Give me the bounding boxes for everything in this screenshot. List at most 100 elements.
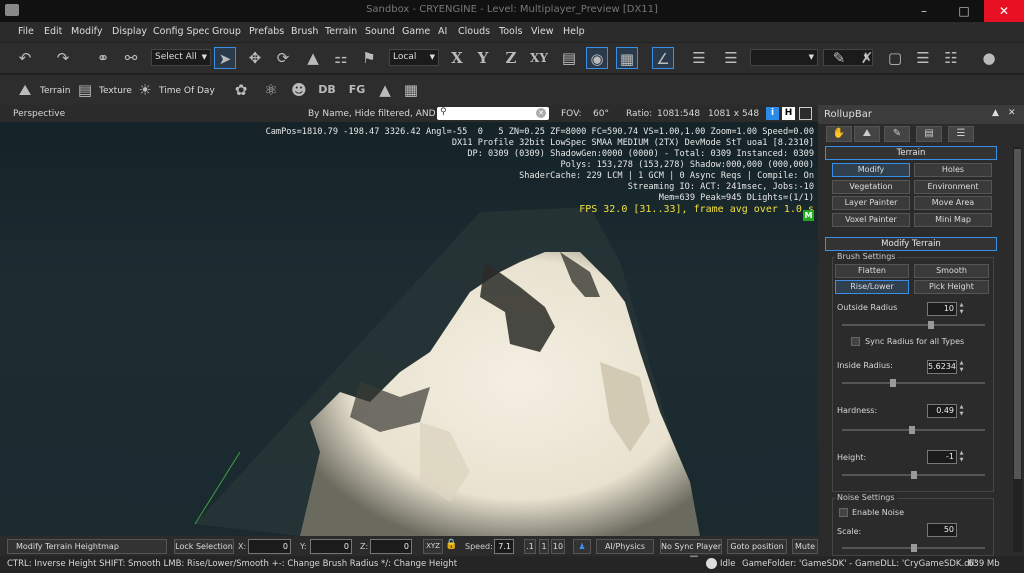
holes-button[interactable]: Holes bbox=[914, 163, 992, 177]
menu-help[interactable]: Help bbox=[563, 26, 585, 37]
viewport-name[interactable]: Perspective bbox=[13, 109, 65, 119]
material-editor-icon[interactable]: ✿ bbox=[230, 79, 252, 101]
ai-physics-button[interactable]: AI/Physics bbox=[596, 539, 654, 554]
layers-icon[interactable]: ☰ bbox=[720, 47, 742, 69]
resolution-value[interactable]: 1081 x 548 bbox=[708, 109, 759, 119]
menu-sound[interactable]: Sound bbox=[365, 26, 395, 37]
menu-game[interactable]: Game bbox=[402, 26, 430, 37]
x-coordinate-input[interactable]: 0 bbox=[248, 539, 291, 554]
menu-terrain[interactable]: Terrain bbox=[325, 26, 357, 37]
menu-tools[interactable]: Tools bbox=[499, 26, 522, 37]
flowgraph-icon[interactable]: FG bbox=[346, 79, 368, 101]
entity-icon[interactable]: ☻ bbox=[288, 79, 310, 101]
align-icon[interactable]: ▢ bbox=[884, 47, 906, 69]
inside-radius-input[interactable]: 5.6234 bbox=[927, 360, 957, 374]
inside-radius-spinner-icon[interactable]: ▲ ▼ bbox=[958, 360, 965, 374]
terrain-button-label[interactable]: Terrain bbox=[40, 86, 70, 96]
flatten-button[interactable]: Flatten bbox=[835, 264, 909, 278]
texture-icon[interactable]: ▤ bbox=[74, 79, 96, 101]
tab-objects[interactable]: ✋ bbox=[826, 126, 852, 142]
speed-preset-10[interactable]: 10 bbox=[551, 539, 565, 554]
viewport-search-input[interactable]: ⚲ ✕ bbox=[437, 107, 549, 120]
height-spinner-icon[interactable]: ▲ ▼ bbox=[958, 450, 965, 464]
terrain-icon[interactable]: ⛰ bbox=[14, 79, 36, 101]
camera-view-icon[interactable]: ◉ bbox=[586, 47, 608, 69]
z-coordinate-input[interactable]: 0 bbox=[370, 539, 412, 554]
layer-combo[interactable]: ▼ bbox=[750, 49, 818, 66]
goto-position-button[interactable]: Goto position bbox=[727, 539, 787, 554]
ratio-value[interactable]: 1081:548 bbox=[657, 109, 700, 119]
viewport-3d[interactable]: CamPos=1810.79 -198.47 3326.42 Angl=-55 … bbox=[0, 122, 818, 536]
clear-search-icon[interactable]: ✕ bbox=[536, 108, 546, 118]
rollup-close-icon[interactable]: ✕ bbox=[1008, 108, 1016, 118]
menu-file[interactable]: File bbox=[18, 26, 34, 37]
hardness-slider-thumb[interactable] bbox=[909, 426, 916, 434]
speed-input[interactable]: 7.1 bbox=[494, 539, 514, 554]
mute-button[interactable]: Mute bbox=[792, 539, 818, 554]
fov-value[interactable]: 60° bbox=[593, 109, 609, 119]
time-of-day-icon[interactable]: ☀ bbox=[134, 79, 156, 101]
redo-icon[interactable]: ↷ bbox=[52, 47, 74, 69]
globe-icon[interactable]: ● bbox=[978, 47, 1000, 69]
move-icon[interactable]: ✥ bbox=[244, 47, 266, 69]
outside-radius-input[interactable]: 10 bbox=[927, 302, 957, 316]
maximize-viewport-icon[interactable] bbox=[799, 107, 812, 120]
snap-to-terrain-icon[interactable]: ⚑ bbox=[358, 47, 380, 69]
vegetation-button[interactable]: Vegetation bbox=[832, 180, 910, 194]
unlink-icon[interactable]: ⚯ bbox=[120, 47, 142, 69]
minimize-button[interactable]: – bbox=[904, 0, 944, 22]
track-view-icon[interactable]: ▲ bbox=[374, 79, 396, 101]
outside-radius-slider[interactable] bbox=[842, 324, 985, 326]
modify-terrain-section-header[interactable]: Modify Terrain bbox=[825, 237, 997, 251]
menu-config-spec[interactable]: Config Spec bbox=[153, 26, 210, 37]
scale-input[interactable]: 50 bbox=[927, 523, 957, 537]
height-input[interactable]: -1 bbox=[927, 450, 957, 464]
no-sync-player-button[interactable]: No Sync Player bbox=[660, 539, 722, 554]
inside-radius-slider-thumb[interactable] bbox=[890, 379, 897, 387]
time-of-day-button-label[interactable]: Time Of Day bbox=[159, 86, 215, 96]
smooth-button[interactable]: Smooth bbox=[914, 264, 989, 278]
scale-icon[interactable]: ▲ bbox=[302, 47, 324, 69]
menu-clouds[interactable]: Clouds bbox=[458, 26, 490, 37]
link-icon[interactable]: ⚭ bbox=[92, 47, 114, 69]
layer-painter-button[interactable]: Layer Painter bbox=[832, 196, 910, 210]
ruler-icon[interactable]: ☰ bbox=[688, 47, 710, 69]
move-area-button[interactable]: Move Area bbox=[914, 196, 992, 210]
x-axis-lock-icon[interactable]: X bbox=[446, 47, 468, 69]
mini-map-button[interactable]: Mini Map bbox=[914, 213, 992, 227]
menu-group[interactable]: Group bbox=[212, 26, 241, 37]
angle-snap-icon[interactable]: ∠ bbox=[652, 47, 674, 69]
outside-radius-slider-thumb[interactable] bbox=[927, 321, 934, 329]
scale-slider-thumb[interactable] bbox=[910, 544, 917, 552]
voxel-painter-button[interactable]: Voxel Painter bbox=[832, 213, 910, 227]
modify-button[interactable]: Modify bbox=[832, 163, 910, 177]
menu-edit[interactable]: Edit bbox=[44, 26, 62, 37]
snap-to-object-icon[interactable]: ⚏ bbox=[330, 47, 352, 69]
console-icon[interactable]: ▦ bbox=[400, 79, 422, 101]
y-axis-lock-icon[interactable]: Y bbox=[472, 47, 494, 69]
undo-icon[interactable]: ↶ bbox=[14, 47, 36, 69]
outside-radius-spinner-icon[interactable]: ▲ ▼ bbox=[958, 302, 965, 316]
tab-display[interactable]: ▤ bbox=[916, 126, 942, 142]
inside-radius-slider[interactable] bbox=[842, 382, 985, 384]
menu-view[interactable]: View bbox=[531, 26, 554, 37]
character-editor-icon[interactable]: ⚛ bbox=[260, 79, 282, 101]
tab-layers[interactable]: ☰ bbox=[948, 126, 974, 142]
speed-preset-1[interactable]: 1 bbox=[539, 539, 549, 554]
follow-terrain-icon[interactable]: ▤ bbox=[558, 47, 580, 69]
menu-display[interactable]: Display bbox=[112, 26, 147, 37]
maximize-button[interactable]: □ bbox=[944, 0, 984, 22]
export-icon[interactable]: ☷ bbox=[940, 47, 962, 69]
terrain-section-header[interactable]: Terrain bbox=[825, 146, 997, 160]
environment-button[interactable]: Environment bbox=[914, 180, 992, 194]
edit-material-icon[interactable]: ✎ bbox=[828, 47, 850, 69]
player-icon[interactable]: ♟ bbox=[573, 539, 591, 554]
hardness-input[interactable]: 0.49 bbox=[927, 404, 957, 418]
coordinate-system-combo[interactable]: Local ▼ bbox=[389, 49, 439, 66]
pin-icon[interactable]: ▲ bbox=[992, 108, 999, 118]
height-slider-thumb[interactable] bbox=[910, 471, 917, 479]
menu-modify[interactable]: Modify bbox=[71, 26, 102, 37]
xyz-toggle-button[interactable]: XYZ bbox=[423, 539, 443, 554]
info-button[interactable]: i bbox=[766, 107, 779, 120]
hardness-spinner-icon[interactable]: ▲ ▼ bbox=[958, 404, 965, 418]
